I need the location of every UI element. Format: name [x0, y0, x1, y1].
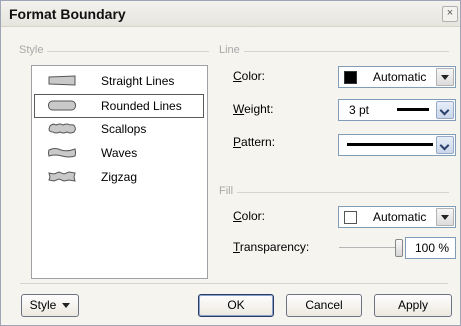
transparency-value-field[interactable]: 100 %: [405, 237, 456, 259]
apply-button-label: Apply: [397, 298, 429, 312]
line-group-title: Line: [219, 44, 244, 56]
chevron-down-icon[interactable]: [436, 208, 454, 226]
line-pattern-sample: [347, 143, 433, 146]
straight-lines-icon: [48, 75, 76, 86]
transparency-label: Transparency:: [233, 240, 310, 254]
line-color-label: Color:: [233, 69, 266, 83]
style-list[interactable]: Straight Lines Rounded Lines Scallops Wa…: [31, 65, 208, 279]
style-group-divider: [19, 51, 209, 52]
cancel-button-label: Cancel: [305, 298, 343, 312]
apply-button[interactable]: Apply: [374, 294, 452, 317]
rounded-lines-icon: [48, 100, 76, 111]
style-button-label: Style: [29, 298, 57, 312]
line-color-value: Automatic: [373, 70, 427, 84]
transparency-value: 100 %: [414, 241, 449, 255]
list-item-waves[interactable]: Waves: [35, 142, 203, 164]
line-weight-label: Weight:: [233, 102, 274, 116]
line-group-divider: [219, 51, 449, 52]
close-icon: ×: [446, 7, 454, 19]
line-pattern-dropdown[interactable]: [338, 134, 456, 156]
list-item-scallops[interactable]: Scallops: [35, 118, 203, 140]
fill-color-value: Automatic: [373, 210, 427, 224]
list-item-label: Rounded Lines: [101, 99, 182, 113]
fill-color-dropdown[interactable]: Automatic: [338, 206, 456, 228]
line-weight-sample: [397, 108, 429, 111]
style-group-title: Style: [19, 44, 48, 56]
ok-button-label: OK: [227, 298, 245, 312]
fill-color-label: Color:: [233, 209, 266, 223]
line-pattern-label: Pattern:: [233, 135, 276, 149]
chevron-down-icon[interactable]: [436, 101, 454, 119]
cancel-button[interactable]: Cancel: [286, 294, 362, 317]
fill-group-title: Fill: [219, 185, 238, 197]
close-button[interactable]: ×: [442, 6, 458, 22]
button-separator: [20, 283, 448, 284]
style-menu-button[interactable]: Style: [21, 294, 79, 317]
chevron-down-icon[interactable]: [436, 68, 454, 86]
chevron-down-icon[interactable]: [436, 136, 454, 154]
ok-button[interactable]: OK: [198, 294, 274, 317]
line-weight-value: 3 pt: [349, 103, 370, 117]
list-item-straight-lines[interactable]: Straight Lines: [35, 70, 203, 92]
fill-group-divider: [219, 192, 449, 193]
dialog-title: Format Boundary: [9, 6, 126, 22]
zigzag-icon: [48, 171, 76, 182]
line-color-swatch: [344, 71, 357, 84]
scallops-icon: [48, 123, 76, 134]
format-boundary-dialog: Format Boundary × Style Straight Lines R…: [0, 0, 461, 326]
title-bar[interactable]: Format Boundary ×: [1, 1, 460, 27]
list-item-label: Waves: [101, 146, 138, 160]
chevron-down-icon: [62, 303, 71, 309]
list-item-label: Straight Lines: [101, 74, 175, 88]
line-color-dropdown[interactable]: Automatic: [338, 66, 456, 88]
transparency-slider-thumb[interactable]: [395, 239, 403, 257]
fill-color-swatch: [344, 211, 357, 224]
transparency-slider-track[interactable]: [339, 247, 399, 248]
list-item-rounded-lines[interactable]: Rounded Lines: [34, 94, 204, 118]
list-item-label: Scallops: [101, 122, 147, 136]
line-weight-dropdown[interactable]: 3 pt: [338, 99, 456, 121]
list-item-zigzag[interactable]: Zigzag: [35, 166, 203, 188]
waves-icon: [48, 148, 76, 158]
list-item-label: Zigzag: [101, 170, 138, 184]
